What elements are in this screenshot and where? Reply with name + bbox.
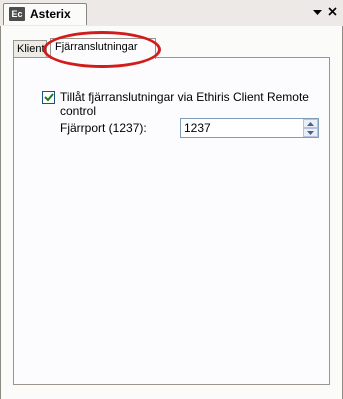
document-tab[interactable]: Ec Asterix [3,3,87,25]
title-bar: Ec Asterix [0,0,343,27]
arrow-up-icon [307,122,314,126]
arrow-down-icon [307,131,314,135]
app-icon: Ec [9,7,25,21]
remote-port-stepper[interactable]: 1237 [180,118,319,138]
close-icon[interactable] [325,5,339,19]
tab-label: Fjärranslutningar [55,41,138,53]
allow-remote-label: Tillåt fjärranslutningar via Ethiris Cli… [60,90,309,118]
allow-remote-checkbox[interactable] [42,91,55,104]
chevron-down-icon[interactable] [310,5,324,19]
spin-down-button[interactable] [303,128,318,137]
tab-label: Klient [17,43,45,55]
remote-port-label: Fjärrport (1237): [60,121,147,135]
spin-buttons [303,119,318,137]
window-title: Asterix [30,7,71,21]
spin-up-button[interactable] [303,119,318,128]
remote-port-value[interactable]: 1237 [184,121,211,135]
tab-fjarranslutningar[interactable]: Fjärranslutningar [50,38,156,59]
